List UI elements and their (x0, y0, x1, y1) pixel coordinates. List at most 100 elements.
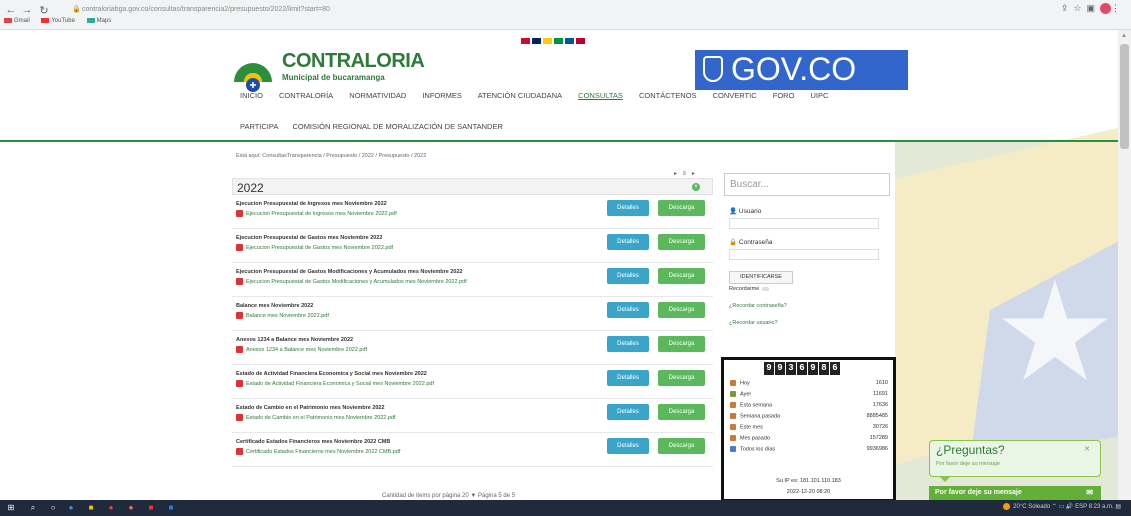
download-button[interactable]: Descarga (658, 200, 705, 216)
pdf-icon (236, 414, 243, 421)
remember-me[interactable]: Recordarme (729, 286, 770, 292)
details-button[interactable]: Detalles (607, 370, 649, 386)
details-button[interactable]: Detalles (607, 234, 649, 250)
word-icon[interactable]: ■ (166, 503, 176, 513)
chat-bubble[interactable]: ¿Preguntas? Por favor deje su mensaje ✕ (929, 440, 1101, 477)
details-button[interactable]: Detalles (607, 302, 649, 318)
menu-item-atencion-ciudadana[interactable]: ATENCIÓN CIUDADANA (478, 91, 562, 100)
language-indicator[interactable]: ESP (1075, 504, 1087, 510)
download-button[interactable]: Descarga (658, 302, 705, 318)
flag-icon[interactable] (532, 38, 541, 44)
profile-icon[interactable] (1100, 3, 1111, 15)
flag-icon[interactable] (521, 38, 530, 44)
download-button[interactable]: Descarga (658, 404, 705, 420)
youtube-icon (41, 18, 50, 23)
document-file-link[interactable]: Ejecucion Presupuestal de Gastos mes Nov… (236, 244, 393, 251)
document-file-link[interactable]: Ejecucion Presupuestal de Ingresos mes N… (236, 210, 397, 217)
download-button[interactable]: Descarga (658, 336, 705, 352)
tray-icons[interactable]: ⌃ ▭ 🔊 (1052, 504, 1075, 510)
reload-icon[interactable]: ↻ (37, 4, 51, 17)
folder-tools[interactable]: ▸ ≡ ▸ (674, 170, 697, 177)
flag-icon[interactable] (576, 38, 585, 44)
visitor-ip: Su IP es: 181.101.110.183 (776, 478, 841, 484)
menu-dots-icon[interactable]: ⋮ (1111, 3, 1125, 13)
menu-item-uipc[interactable]: UIPC (811, 91, 829, 100)
download-button[interactable]: Descarga (658, 370, 705, 386)
details-button[interactable]: Detalles (607, 200, 649, 216)
document-file-link[interactable]: Estado de Cambio en el Patrimonio mes No… (236, 414, 396, 421)
logo-subtitle: Municipal de bucaramanga (282, 73, 385, 82)
menu-item-contactenos[interactable]: CONTÁCTENOS (639, 91, 697, 100)
user-icon: 👤 (729, 208, 739, 215)
back-icon[interactable]: ← (4, 4, 18, 16)
notifications-icon[interactable]: ▤ (1115, 504, 1121, 510)
address-bar[interactable]: 🔒 contraloriabga.gov.co/consultas/transp… (70, 3, 1070, 16)
menu-item-contraloria[interactable]: CONTRALORÍA (279, 91, 333, 100)
bookmark-maps[interactable]: Maps (86, 18, 111, 24)
folder-icon[interactable]: ■ (86, 503, 96, 513)
counter-digit: 6 (830, 362, 840, 375)
chat-bar[interactable]: Por favor deje su mensaje ✉ (929, 486, 1101, 500)
menu-item-foro[interactable]: FORO (773, 91, 795, 100)
details-button[interactable]: Detalles (607, 438, 649, 454)
details-button[interactable]: Detalles (607, 268, 649, 284)
edge-icon[interactable]: ● (66, 503, 76, 513)
flag-icon[interactable] (565, 38, 574, 44)
document-file-link[interactable]: Anexos 1234 a Balance mes Noviembre 2022… (236, 346, 367, 353)
gov-co-banner[interactable]: GOV.CO (695, 50, 908, 90)
menu-item-participa[interactable]: PARTICIPA (240, 122, 278, 131)
download-button[interactable]: Descarga (658, 234, 705, 250)
username-field[interactable] (729, 218, 879, 229)
menu-item-comision[interactable]: COMISIÓN REGIONAL DE MORALIZACIÓN DE SAN… (292, 122, 502, 131)
menu-item-consultas[interactable]: CONSULTAS (578, 91, 623, 100)
details-button[interactable]: Detalles (607, 336, 649, 352)
login-button[interactable]: IDENTIFICARSE (729, 271, 793, 284)
download-button[interactable]: Descarga (658, 268, 705, 284)
menu-item-inicio[interactable]: INICIO (240, 91, 263, 100)
visitor-icon (730, 413, 736, 419)
close-icon[interactable]: ✕ (1084, 445, 1090, 453)
share-icon[interactable]: ⇪ (1061, 3, 1074, 13)
clock[interactable]: 8:23 a.m. (1089, 504, 1114, 510)
scrollbar[interactable]: ▲ (1118, 30, 1131, 500)
maps-icon (86, 18, 95, 23)
document-file-link[interactable]: Certificado Estados Financieros mes Novi… (236, 448, 400, 455)
pagination[interactable]: Cantidad de items por página 20 ▼ Página… (382, 493, 515, 499)
breadcrumb[interactable]: Está aquí: ConsultasTransparencia / Pres… (236, 153, 426, 159)
weather-text[interactable]: 20°C Soleado (1013, 504, 1050, 510)
menu-item-informes[interactable]: INFORMES (422, 91, 462, 100)
forward-icon[interactable]: → (20, 4, 34, 16)
bookmark-gmail[interactable]: Gmail (4, 18, 30, 24)
chat-subtitle: Por favor deje su mensaje (936, 461, 1000, 467)
bookmark-youtube[interactable]: YouTube (41, 18, 75, 24)
flag-icon[interactable] (543, 38, 552, 44)
expand-icon[interactable]: + (692, 183, 700, 191)
flag-icon[interactable] (554, 38, 563, 44)
app-icon[interactable]: ■ (146, 503, 156, 513)
counter-row: Ayer 11691 (730, 391, 888, 397)
browser-actions: ⇪☆▣ ⋮ (1061, 3, 1125, 15)
forgot-username-link[interactable]: ¿Recordar usuario? (729, 320, 778, 326)
scroll-up-icon[interactable]: ▲ (1121, 33, 1127, 39)
chrome-icon[interactable]: ● (106, 503, 116, 513)
task-view-icon[interactable]: ○ (48, 503, 58, 513)
search-icon[interactable]: ⌕ (28, 503, 38, 513)
menu-item-normatividad[interactable]: NORMATIVIDAD (349, 91, 406, 100)
star-icon[interactable]: ☆ (1073, 3, 1086, 13)
search-input[interactable]: Buscar... (724, 173, 890, 196)
extensions-icon[interactable]: ▣ (1086, 3, 1100, 13)
password-field[interactable] (729, 249, 879, 260)
remember-toggle[interactable] (762, 286, 770, 291)
pdf-icon (236, 210, 243, 217)
menu-item-convertic[interactable]: CONVERTIC (713, 91, 757, 100)
counter-row: Esta semana 17636 (730, 402, 888, 408)
firefox-icon[interactable]: ● (126, 503, 136, 513)
document-file-link[interactable]: Balance mes Noviembre 2022.pdf (236, 312, 329, 319)
forgot-password-link[interactable]: ¿Recordar contraseña? (729, 303, 787, 309)
download-button[interactable]: Descarga (658, 438, 705, 454)
scrollbar-thumb[interactable] (1120, 44, 1129, 149)
document-file-link[interactable]: Ejecucion Presupuestal de Gastos Modific… (236, 278, 467, 285)
windows-start-icon[interactable]: ⊞ (6, 503, 16, 513)
document-file-link[interactable]: Estado de Actividad Financiera Economica… (236, 380, 434, 387)
details-button[interactable]: Detalles (607, 404, 649, 420)
